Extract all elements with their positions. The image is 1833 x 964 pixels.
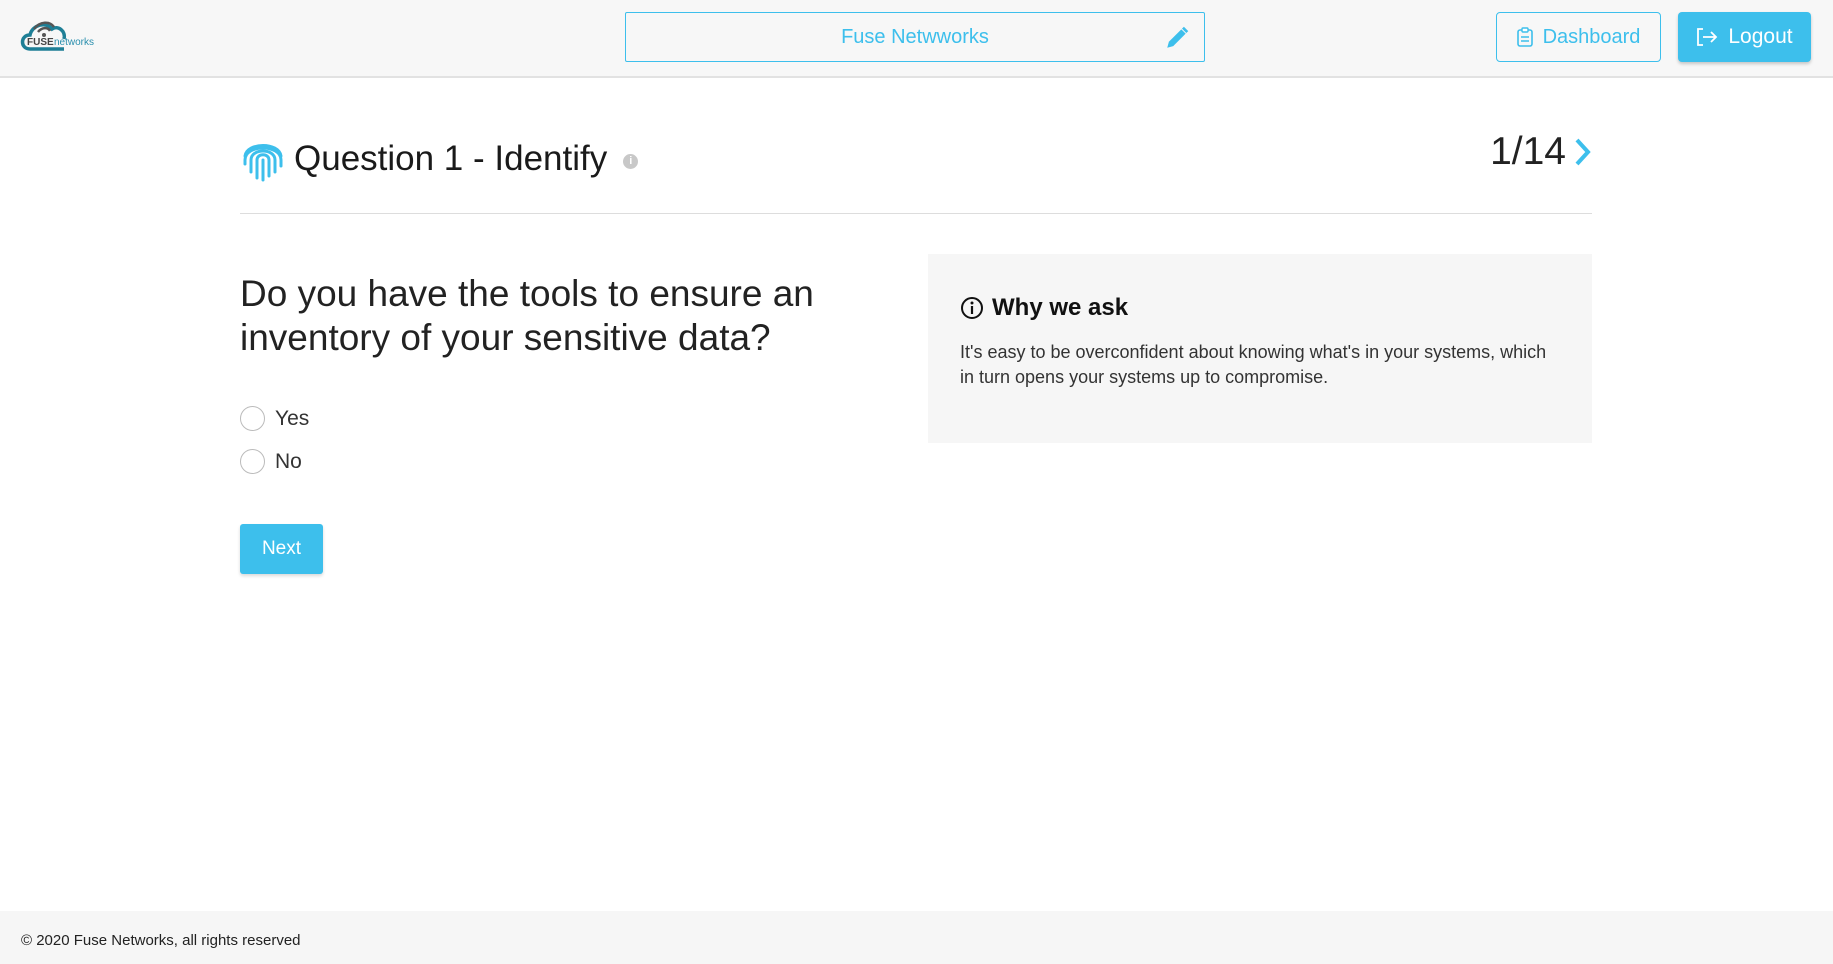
divider: [240, 213, 1592, 214]
logout-button[interactable]: Logout: [1678, 12, 1811, 62]
option-yes[interactable]: Yes: [240, 406, 309, 431]
fuse-networks-logo[interactable]: FUSE networks: [20, 15, 110, 55]
option-label: Yes: [275, 406, 310, 430]
svg-text:FUSE: FUSE: [27, 37, 54, 48]
pager-count: 1/14: [1490, 130, 1566, 173]
chevron-right-icon[interactable]: [1574, 137, 1592, 167]
radio-no[interactable]: [240, 449, 265, 474]
question-heading: Question 1 - Identify i: [240, 136, 639, 182]
sign-out-icon: [1697, 28, 1718, 46]
question-text: Do you have the tools to ensure an inven…: [240, 273, 814, 358]
option-label: No: [275, 449, 302, 473]
panel-title: Why we ask: [992, 294, 1129, 321]
project-title-field[interactable]: Fuse Netwworks: [625, 12, 1205, 62]
panel-text: It's easy to be overconfident about know…: [960, 342, 1547, 387]
top-header: FUSE networks Fuse Netwworks Dashboard L…: [0, 0, 1833, 78]
copyright: © 2020 Fuse Networks, all rights reserve…: [21, 932, 301, 949]
radio-yes[interactable]: [240, 406, 265, 431]
option-no[interactable]: No: [240, 449, 302, 474]
fingerprint-icon: [243, 144, 283, 182]
info-icon[interactable]: i: [623, 153, 639, 169]
info-circle-icon: [961, 297, 983, 319]
pencil-icon[interactable]: [1164, 25, 1190, 51]
next-button[interactable]: Next: [240, 524, 323, 574]
footer: © 2020 Fuse Networks, all rights reserve…: [0, 911, 1833, 964]
why-we-ask-panel: Why we ask It's easy to be overconfident…: [928, 254, 1592, 443]
project-title: Fuse Netwworks: [841, 25, 989, 48]
question-pager: 1/14: [1490, 130, 1592, 174]
logout-label: Logout: [1728, 25, 1793, 48]
dashboard-label: Dashboard: [1542, 25, 1641, 48]
dashboard-button[interactable]: Dashboard: [1496, 12, 1661, 62]
question-title: Question 1 - Identify: [294, 139, 608, 178]
clipboard-icon: [1516, 27, 1533, 47]
svg-text:networks: networks: [54, 37, 94, 48]
